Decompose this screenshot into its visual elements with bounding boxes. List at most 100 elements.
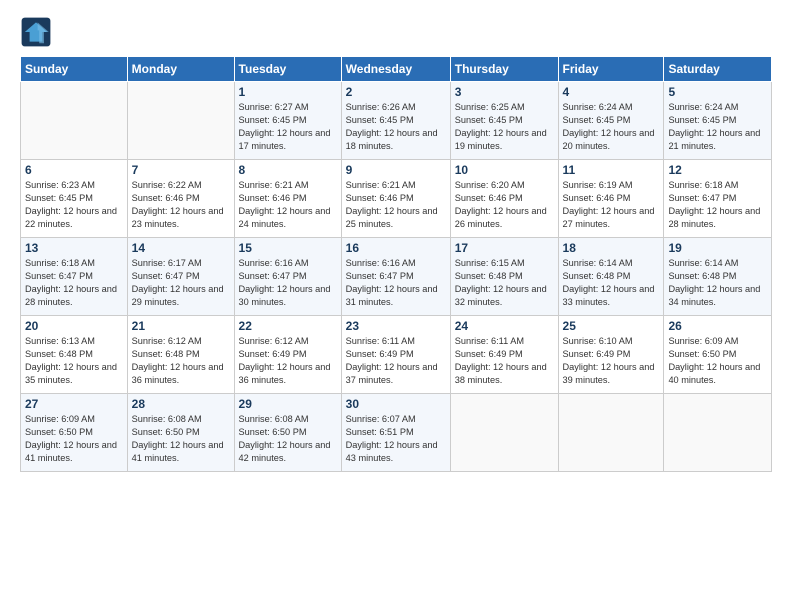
day-detail: Sunrise: 6:19 AMSunset: 6:46 PMDaylight:… — [563, 179, 660, 231]
day-detail: Sunrise: 6:18 AMSunset: 6:47 PMDaylight:… — [25, 257, 123, 309]
day-header-saturday: Saturday — [664, 57, 772, 82]
day-number: 27 — [25, 397, 123, 411]
calendar-cell: 8 Sunrise: 6:21 AMSunset: 6:46 PMDaylight… — [234, 160, 341, 238]
calendar-cell: 26Sunrise: 6:09 AMSunset: 6:50 PMDayligh… — [664, 316, 772, 394]
day-detail: Sunrise: 6:20 AMSunset: 6:46 PMDaylight:… — [455, 179, 554, 231]
day-number: 29 — [239, 397, 337, 411]
day-number: 22 — [239, 319, 337, 333]
day-number: 2 — [346, 85, 446, 99]
day-number: 18 — [563, 241, 660, 255]
day-detail: Sunrise: 6:12 AMSunset: 6:48 PMDaylight:… — [132, 335, 230, 387]
calendar-cell: 19 Sunrise: 6:14 AMSunset: 6:48 PMDayligh… — [664, 238, 772, 316]
day-detail: Sunrise: 6:11 AMSunset: 6:49 PMDaylight:… — [455, 335, 554, 387]
page: SundayMondayTuesdayWednesdayThursdayFrid… — [0, 0, 792, 612]
day-detail: Sunrise: 6:26 AMSunset: 6:45 PMDaylight:… — [346, 101, 446, 153]
calendar-cell: 1 Sunrise: 6:27 AMSunset: 6:45 PMDaylight… — [234, 82, 341, 160]
day-number: 25 — [563, 319, 660, 333]
day-detail: Sunrise: 6:21 AMSunset: 6:46 PMDaylight:… — [239, 179, 337, 231]
day-detail: Sunrise: 6:14 AMSunset: 6:48 PMDaylight:… — [668, 257, 767, 309]
calendar-week-5: 27Sunrise: 6:09 AMSunset: 6:50 PMDayligh… — [21, 394, 772, 472]
day-detail: Sunrise: 6:14 AMSunset: 6:48 PMDaylight:… — [563, 257, 660, 309]
day-detail: Sunrise: 6:10 AMSunset: 6:49 PMDaylight:… — [563, 335, 660, 387]
day-number: 8 — [239, 163, 337, 177]
day-number: 13 — [25, 241, 123, 255]
day-header-sunday: Sunday — [21, 57, 128, 82]
day-number: 4 — [563, 85, 660, 99]
calendar-cell: 16 Sunrise: 6:16 AMSunset: 6:47 PMDayligh… — [341, 238, 450, 316]
day-number: 14 — [132, 241, 230, 255]
calendar-cell: 20Sunrise: 6:13 AMSunset: 6:48 PMDayligh… — [21, 316, 128, 394]
day-header-monday: Monday — [127, 57, 234, 82]
day-number: 17 — [455, 241, 554, 255]
calendar-cell — [127, 82, 234, 160]
calendar-cell: 10 Sunrise: 6:20 AMSunset: 6:46 PMDayligh… — [450, 160, 558, 238]
day-number: 24 — [455, 319, 554, 333]
calendar-week-1: 1 Sunrise: 6:27 AMSunset: 6:45 PMDaylight… — [21, 82, 772, 160]
calendar-cell: 15 Sunrise: 6:16 AMSunset: 6:47 PMDayligh… — [234, 238, 341, 316]
calendar-cell: 5 Sunrise: 6:24 AMSunset: 6:45 PMDaylight… — [664, 82, 772, 160]
day-detail: Sunrise: 6:23 AMSunset: 6:45 PMDaylight:… — [25, 179, 123, 231]
calendar-table: SundayMondayTuesdayWednesdayThursdayFrid… — [20, 56, 772, 472]
calendar-cell: 24 Sunrise: 6:11 AMSunset: 6:49 PMDayligh… — [450, 316, 558, 394]
day-number: 23 — [346, 319, 446, 333]
calendar-cell: 6Sunrise: 6:23 AMSunset: 6:45 PMDaylight… — [21, 160, 128, 238]
day-number: 20 — [25, 319, 123, 333]
calendar-cell — [664, 394, 772, 472]
calendar-cell: 30 Sunrise: 6:07 AMSunset: 6:51 PMDayligh… — [341, 394, 450, 472]
logo-icon — [20, 16, 52, 48]
day-detail: Sunrise: 6:15 AMSunset: 6:48 PMDaylight:… — [455, 257, 554, 309]
day-detail: Sunrise: 6:16 AMSunset: 6:47 PMDaylight:… — [346, 257, 446, 309]
day-detail: Sunrise: 6:18 AMSunset: 6:47 PMDaylight:… — [668, 179, 767, 231]
calendar-cell: 23 Sunrise: 6:11 AMSunset: 6:49 PMDayligh… — [341, 316, 450, 394]
day-detail: Sunrise: 6:24 AMSunset: 6:45 PMDaylight:… — [563, 101, 660, 153]
day-number: 12 — [668, 163, 767, 177]
day-number: 21 — [132, 319, 230, 333]
day-detail: Sunrise: 6:16 AMSunset: 6:47 PMDaylight:… — [239, 257, 337, 309]
calendar-cell: 27Sunrise: 6:09 AMSunset: 6:50 PMDayligh… — [21, 394, 128, 472]
calendar-cell: 12 Sunrise: 6:18 AMSunset: 6:47 PMDayligh… — [664, 160, 772, 238]
calendar-header-row: SundayMondayTuesdayWednesdayThursdayFrid… — [21, 57, 772, 82]
day-detail: Sunrise: 6:07 AMSunset: 6:51 PMDaylight:… — [346, 413, 446, 465]
day-number: 3 — [455, 85, 554, 99]
calendar-cell — [450, 394, 558, 472]
day-header-wednesday: Wednesday — [341, 57, 450, 82]
day-detail: Sunrise: 6:22 AMSunset: 6:46 PMDaylight:… — [132, 179, 230, 231]
day-detail: Sunrise: 6:27 AMSunset: 6:45 PMDaylight:… — [239, 101, 337, 153]
day-number: 5 — [668, 85, 767, 99]
calendar-cell: 28Sunrise: 6:08 AMSunset: 6:50 PMDayligh… — [127, 394, 234, 472]
calendar-cell: 21 Sunrise: 6:12 AMSunset: 6:48 PMDayligh… — [127, 316, 234, 394]
calendar-cell: 13 Sunrise: 6:18 AMSunset: 6:47 PMDayligh… — [21, 238, 128, 316]
calendar-week-3: 13 Sunrise: 6:18 AMSunset: 6:47 PMDayligh… — [21, 238, 772, 316]
day-number: 1 — [239, 85, 337, 99]
calendar-cell: 9 Sunrise: 6:21 AMSunset: 6:46 PMDaylight… — [341, 160, 450, 238]
calendar-cell: 11 Sunrise: 6:19 AMSunset: 6:46 PMDayligh… — [558, 160, 664, 238]
calendar-cell: 22 Sunrise: 6:12 AMSunset: 6:49 PMDayligh… — [234, 316, 341, 394]
day-detail: Sunrise: 6:17 AMSunset: 6:47 PMDaylight:… — [132, 257, 230, 309]
day-detail: Sunrise: 6:21 AMSunset: 6:46 PMDaylight:… — [346, 179, 446, 231]
day-header-thursday: Thursday — [450, 57, 558, 82]
day-number: 15 — [239, 241, 337, 255]
day-number: 30 — [346, 397, 446, 411]
calendar-week-4: 20Sunrise: 6:13 AMSunset: 6:48 PMDayligh… — [21, 316, 772, 394]
calendar-cell: 4 Sunrise: 6:24 AMSunset: 6:45 PMDaylight… — [558, 82, 664, 160]
logo — [20, 16, 56, 48]
day-detail: Sunrise: 6:11 AMSunset: 6:49 PMDaylight:… — [346, 335, 446, 387]
day-detail: Sunrise: 6:25 AMSunset: 6:45 PMDaylight:… — [455, 101, 554, 153]
calendar-cell — [21, 82, 128, 160]
calendar-cell: 25 Sunrise: 6:10 AMSunset: 6:49 PMDayligh… — [558, 316, 664, 394]
calendar-cell: 2 Sunrise: 6:26 AMSunset: 6:45 PMDaylight… — [341, 82, 450, 160]
day-number: 10 — [455, 163, 554, 177]
day-number: 16 — [346, 241, 446, 255]
calendar-cell — [558, 394, 664, 472]
calendar-cell: 29 Sunrise: 6:08 AMSunset: 6:50 PMDayligh… — [234, 394, 341, 472]
calendar-cell: 17 Sunrise: 6:15 AMSunset: 6:48 PMDayligh… — [450, 238, 558, 316]
day-detail: Sunrise: 6:12 AMSunset: 6:49 PMDaylight:… — [239, 335, 337, 387]
day-number: 11 — [563, 163, 660, 177]
day-detail: Sunrise: 6:08 AMSunset: 6:50 PMDaylight:… — [239, 413, 337, 465]
day-detail: Sunrise: 6:24 AMSunset: 6:45 PMDaylight:… — [668, 101, 767, 153]
day-header-tuesday: Tuesday — [234, 57, 341, 82]
header — [20, 16, 772, 48]
calendar-week-2: 6Sunrise: 6:23 AMSunset: 6:45 PMDaylight… — [21, 160, 772, 238]
day-number: 19 — [668, 241, 767, 255]
day-number: 9 — [346, 163, 446, 177]
